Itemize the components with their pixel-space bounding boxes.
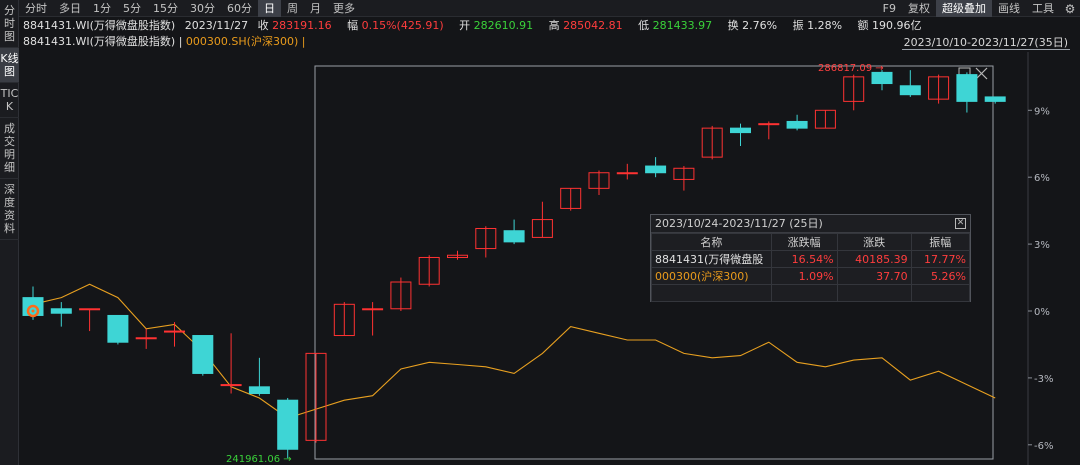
candle-body	[871, 71, 893, 85]
candle-body	[503, 230, 525, 243]
y-tick-label: -3%	[1034, 374, 1053, 385]
stats-cell-name: 8841431(万得微盘股	[651, 250, 772, 268]
range-stats-panel: 2023/10/24-2023/11/27 (25日) ✕ 名称 涨跌幅 涨跌 …	[650, 214, 971, 302]
y-tick-label: 9%	[1034, 106, 1050, 117]
y-tick-label: 6%	[1034, 173, 1050, 184]
stats-cell-pct: 16.54%	[770, 250, 838, 268]
candle-body	[248, 386, 270, 395]
close-icon[interactable]: ✕	[955, 218, 966, 229]
min-price-label: 241961.06 →	[226, 454, 292, 465]
candle-body	[362, 308, 384, 311]
candle-body	[164, 330, 185, 333]
y-tick-label: 0%	[1034, 307, 1050, 318]
candle-body	[645, 165, 667, 174]
stats-cell-chg: 37.70	[836, 267, 912, 285]
candle-body	[220, 384, 242, 387]
candle-body	[277, 399, 299, 450]
stats-col-amp: 振幅	[910, 233, 971, 251]
candle-body	[107, 314, 129, 343]
candle-body	[786, 120, 808, 129]
overlay-series-line	[32, 283, 996, 419]
stats-cell-pct: 1.09%	[770, 267, 838, 285]
stats-cell-amp: 17.77%	[910, 250, 971, 268]
stats-cell-chg: 40185.39	[836, 250, 912, 268]
candle-body	[758, 123, 780, 126]
stats-col-pct: 涨跌幅	[770, 233, 838, 251]
candle-body	[899, 85, 921, 96]
candle-body	[984, 96, 1006, 102]
stats-title: 2023/10/24-2023/11/27 (25日) ✕	[651, 215, 970, 233]
y-tick-label: -6%	[1034, 441, 1053, 452]
candle-body	[730, 127, 751, 134]
candle-body	[135, 337, 157, 340]
candle-body	[956, 74, 978, 102]
stats-table: 名称 涨跌幅 涨跌 振幅 8841431(万得微盘股 16.54% 40185.…	[651, 233, 971, 302]
candle-body	[79, 308, 101, 311]
candle-body	[192, 335, 214, 374]
series-start-marker-dot	[31, 309, 35, 313]
candle-body	[616, 172, 638, 175]
candle-body	[50, 308, 72, 314]
max-price-label: 286817.09 →	[818, 63, 884, 74]
stats-row-main[interactable]: 8841431(万得微盘股 16.54% 40185.39 17.77%	[651, 250, 971, 268]
stats-col-chg: 涨跌	[836, 233, 912, 251]
stats-title-text: 2023/10/24-2023/11/27 (25日)	[655, 217, 823, 230]
stats-col-name: 名称	[651, 233, 772, 251]
stats-row-overlay[interactable]: 000300(沪深300) 1.09% 37.70 5.26%	[651, 267, 971, 285]
stats-cell-name: 000300(沪深300)	[651, 267, 772, 285]
stats-row-empty	[651, 284, 971, 302]
y-tick-label: 3%	[1034, 240, 1050, 251]
stats-header-row: 名称 涨跌幅 涨跌 振幅	[651, 233, 971, 251]
stats-cell-amp: 5.26%	[910, 267, 971, 285]
